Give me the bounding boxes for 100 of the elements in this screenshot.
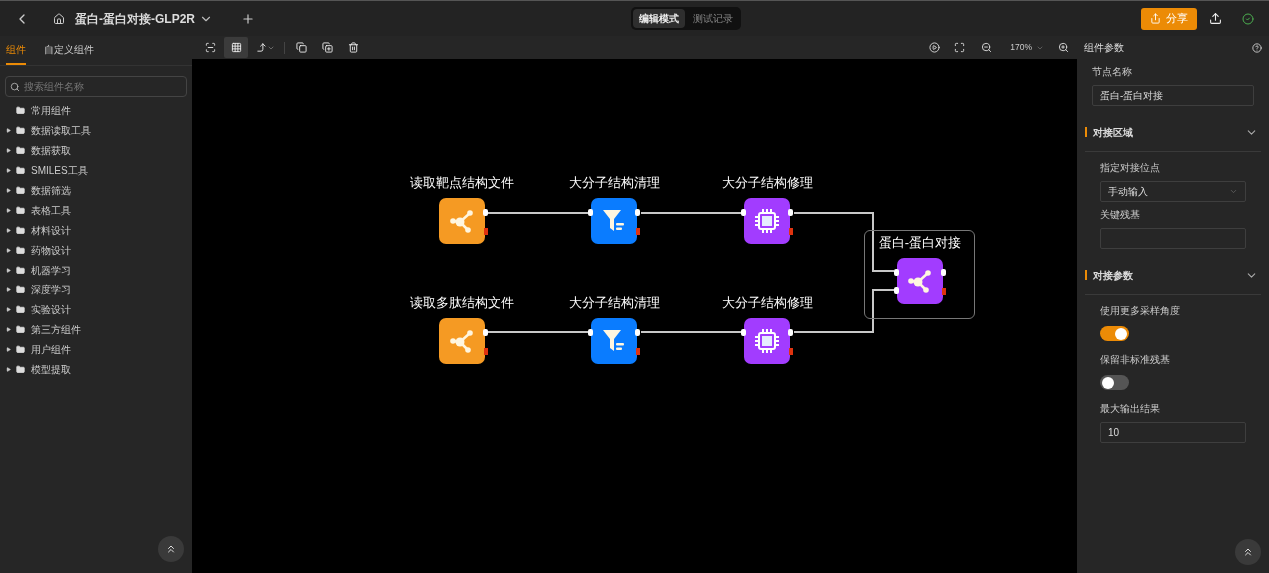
folder-icon bbox=[16, 365, 25, 374]
connector-icon bbox=[255, 42, 267, 53]
zoom-select[interactable]: 170% bbox=[1010, 41, 1044, 54]
node-label: 大分子结构清理 bbox=[568, 294, 660, 312]
output-port[interactable] bbox=[788, 329, 793, 336]
toggle-switch[interactable] bbox=[1100, 326, 1129, 341]
help-icon[interactable] bbox=[1252, 42, 1262, 53]
expand-caret-icon[interactable] bbox=[6, 148, 11, 154]
chip-icon bbox=[754, 328, 780, 354]
select-field[interactable]: 手动输入 bbox=[1100, 181, 1246, 202]
collapse-button[interactable] bbox=[1235, 539, 1261, 565]
sidebar-tab[interactable]: 组件 bbox=[6, 42, 26, 65]
workflow-node[interactable] bbox=[744, 198, 790, 244]
run-icon[interactable] bbox=[929, 42, 941, 53]
input-port[interactable] bbox=[741, 329, 746, 336]
field-label: 节点名称 bbox=[1092, 65, 1133, 79]
expand-caret-icon[interactable] bbox=[6, 188, 11, 193]
field-label: 最大输出结果 bbox=[1100, 402, 1161, 416]
workflow-node[interactable] bbox=[439, 198, 485, 244]
category-label[interactable]: 机器学习 bbox=[31, 262, 71, 278]
output-port[interactable] bbox=[635, 209, 640, 216]
copy-icon bbox=[295, 42, 307, 53]
workflow-node[interactable] bbox=[744, 318, 790, 364]
input-port[interactable] bbox=[894, 287, 899, 294]
category-label[interactable]: 深度学习 bbox=[31, 282, 71, 298]
category-label[interactable]: 药物设计 bbox=[31, 242, 71, 258]
sidebar-tab[interactable]: 自定义组件 bbox=[44, 42, 94, 65]
folder-icon bbox=[16, 225, 25, 235]
output-port[interactable] bbox=[483, 329, 488, 336]
category-label[interactable]: 模型提取 bbox=[31, 362, 71, 377]
expand-caret-icon[interactable] bbox=[6, 267, 11, 273]
panel-title: 组件参数 bbox=[1084, 41, 1124, 55]
input-port[interactable] bbox=[741, 209, 746, 216]
workflow-node[interactable] bbox=[591, 318, 637, 364]
category-label[interactable]: 实验设计 bbox=[31, 302, 71, 318]
add-icon[interactable] bbox=[241, 11, 255, 26]
field-label: 关键残基 bbox=[1100, 208, 1141, 222]
upload-icon[interactable] bbox=[1209, 12, 1222, 25]
category-label[interactable]: 第三方组件 bbox=[31, 322, 81, 338]
category-label[interactable]: 材料设计 bbox=[31, 222, 71, 238]
duplicate-icon bbox=[321, 42, 333, 53]
zoom-in-icon[interactable] bbox=[1058, 42, 1069, 53]
filter-icon bbox=[601, 208, 627, 234]
category-label[interactable]: 用户组件 bbox=[31, 342, 71, 358]
expand-caret-icon[interactable] bbox=[6, 227, 11, 233]
input-port[interactable] bbox=[894, 269, 899, 276]
fit-view-icon[interactable] bbox=[954, 42, 966, 53]
output-port[interactable] bbox=[635, 329, 640, 336]
input-port[interactable] bbox=[588, 209, 593, 216]
input-port[interactable] bbox=[588, 329, 593, 336]
expand-caret-icon[interactable] bbox=[6, 367, 11, 372]
section-header[interactable]: 对接区域 bbox=[1085, 115, 1261, 152]
field-label: 保留非标准残基 bbox=[1100, 353, 1171, 367]
node-label: 读取靶点结构文件 bbox=[410, 174, 514, 192]
mode-tab[interactable]: 编辑模式 bbox=[633, 9, 685, 28]
collapse-icon bbox=[1242, 546, 1254, 558]
output-port[interactable] bbox=[788, 209, 793, 216]
folder-icon bbox=[16, 146, 25, 156]
expand-caret-icon[interactable] bbox=[6, 327, 11, 333]
toolbar-button[interactable] bbox=[224, 37, 248, 58]
category-label[interactable]: 表格工具 bbox=[31, 202, 71, 218]
node-name-field[interactable]: 蛋白-蛋白对接 bbox=[1092, 85, 1254, 106]
workflow-title: 蛋白-蛋白对接-GLP2R bbox=[75, 10, 195, 28]
folder-icon bbox=[16, 245, 25, 255]
network-icon bbox=[449, 328, 475, 354]
expand-caret-icon[interactable] bbox=[6, 347, 11, 353]
search-icon bbox=[10, 82, 20, 92]
node-label: 大分子结构修理 bbox=[721, 294, 813, 312]
expand-caret-icon[interactable] bbox=[6, 307, 11, 313]
network-icon bbox=[449, 208, 475, 234]
section-header[interactable]: 对接参数 bbox=[1085, 258, 1261, 295]
toggle-switch[interactable] bbox=[1100, 375, 1129, 390]
input-field[interactable] bbox=[1100, 228, 1246, 249]
category-label[interactable]: 常用组件 bbox=[31, 103, 71, 119]
home-icon[interactable] bbox=[53, 12, 65, 25]
dropdown-icon bbox=[1229, 187, 1238, 196]
search-field[interactable]: 搜索组件名称 bbox=[5, 76, 187, 97]
expand-caret-icon[interactable] bbox=[6, 128, 11, 134]
category-label[interactable]: 数据获取 bbox=[31, 143, 71, 159]
expand-caret-icon[interactable] bbox=[6, 287, 11, 293]
node-label: 蛋白-蛋白对接 bbox=[878, 234, 962, 252]
category-label[interactable]: SMILES工具 bbox=[31, 163, 88, 179]
workflow-node[interactable] bbox=[897, 258, 943, 304]
expand-caret-icon[interactable] bbox=[6, 168, 11, 174]
category-label[interactable]: 数据读取工具 bbox=[31, 123, 91, 139]
collapse-button[interactable] bbox=[158, 536, 184, 562]
field-label: 使用更多采样角度 bbox=[1100, 304, 1181, 318]
expand-caret-icon[interactable] bbox=[6, 247, 11, 253]
folder-icon bbox=[16, 205, 25, 215]
node-label: 大分子结构修理 bbox=[721, 174, 813, 192]
zoom-out-icon[interactable] bbox=[981, 42, 993, 53]
workflow-node[interactable] bbox=[439, 318, 485, 364]
expand-caret-icon[interactable] bbox=[6, 207, 11, 213]
output-port[interactable] bbox=[483, 209, 488, 216]
folder-icon bbox=[16, 106, 25, 116]
mode-tab[interactable]: 测试记录 bbox=[687, 9, 739, 28]
category-label[interactable]: 数据筛选 bbox=[31, 183, 71, 198]
output-port[interactable] bbox=[941, 269, 946, 276]
input-field[interactable]: 10 bbox=[1100, 422, 1246, 443]
workflow-node[interactable] bbox=[591, 198, 637, 244]
